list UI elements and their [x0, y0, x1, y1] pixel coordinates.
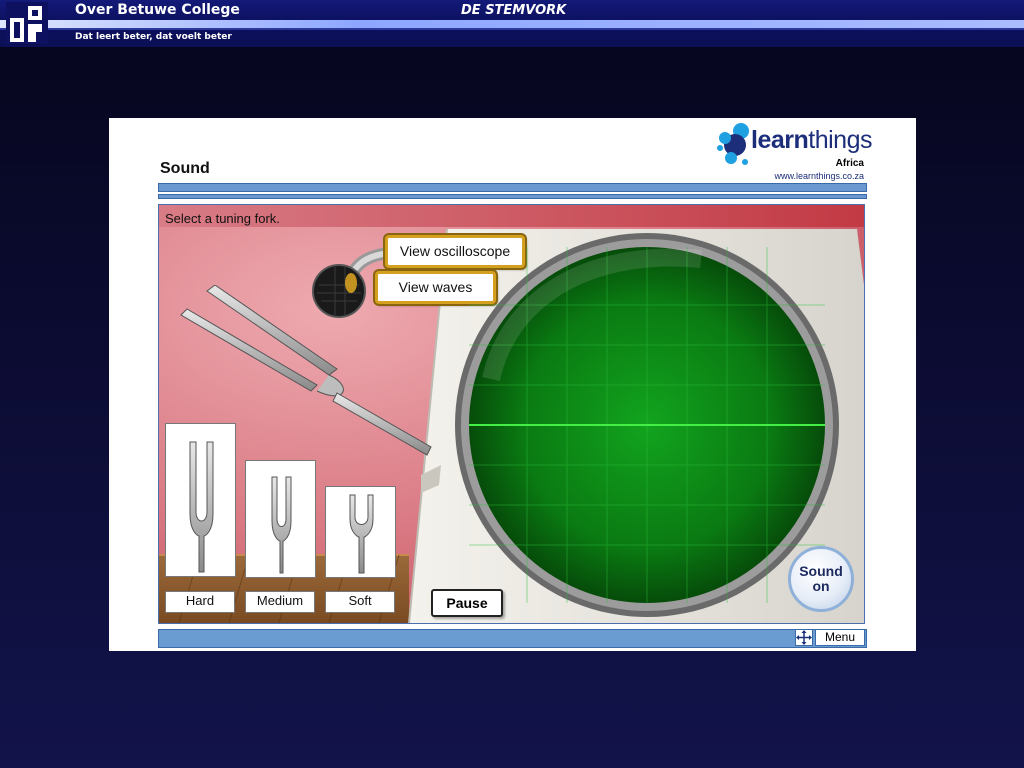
header-stripe	[0, 20, 1024, 28]
move-handle-button[interactable]	[795, 629, 813, 646]
brand-wordmark: learnthings	[751, 126, 872, 154]
fork-label-soft[interactable]: Soft	[325, 591, 395, 613]
oscilloscope-screen	[455, 233, 839, 617]
title-divider	[158, 183, 867, 192]
title-divider-thin	[158, 194, 867, 199]
header-stripe-lower	[0, 28, 1024, 30]
fork-card-medium[interactable]	[245, 460, 316, 578]
college-logo-icon	[6, 2, 48, 44]
fork-card-hard[interactable]	[165, 423, 236, 577]
simulation-stage: Select a tuning fork. View oscilloscope …	[158, 204, 865, 624]
fork-label-hard[interactable]: Hard	[165, 591, 235, 613]
brand-url: www.learnthings.co.za	[774, 171, 864, 181]
page-title: Sound	[160, 160, 210, 177]
college-tagline: Dat leert beter, dat voelt beter	[75, 32, 232, 42]
tuning-fork-soft-icon	[349, 494, 374, 574]
brand-logo: learnthings Africa www.learnthings.co.za	[715, 118, 872, 184]
fork-card-soft[interactable]	[325, 486, 396, 578]
college-name: Over Betuwe College	[75, 2, 240, 18]
move-arrows-icon	[796, 630, 812, 645]
simulation-panel: Sound learnthings Africa www.learnthings…	[109, 118, 916, 651]
menu-button[interactable]: Menu	[815, 629, 865, 646]
brand-region: Africa	[835, 158, 864, 169]
bottom-toolbar	[158, 629, 867, 648]
top-header-bar: Over Betuwe College Dat leert beter, dat…	[0, 0, 1024, 47]
app-title: DE STEMVORK	[461, 3, 567, 18]
sound-toggle-label: Sound	[799, 563, 843, 579]
sound-toggle-state: on	[812, 578, 830, 594]
fork-label-medium[interactable]: Medium	[245, 591, 315, 613]
sound-toggle-button[interactable]: Sound on	[788, 546, 854, 612]
tuning-fork-hard-icon	[189, 441, 214, 573]
pause-button[interactable]: Pause	[431, 589, 503, 617]
tuning-fork-medium-icon	[271, 476, 292, 574]
instruction-text: Select a tuning fork.	[165, 211, 280, 226]
